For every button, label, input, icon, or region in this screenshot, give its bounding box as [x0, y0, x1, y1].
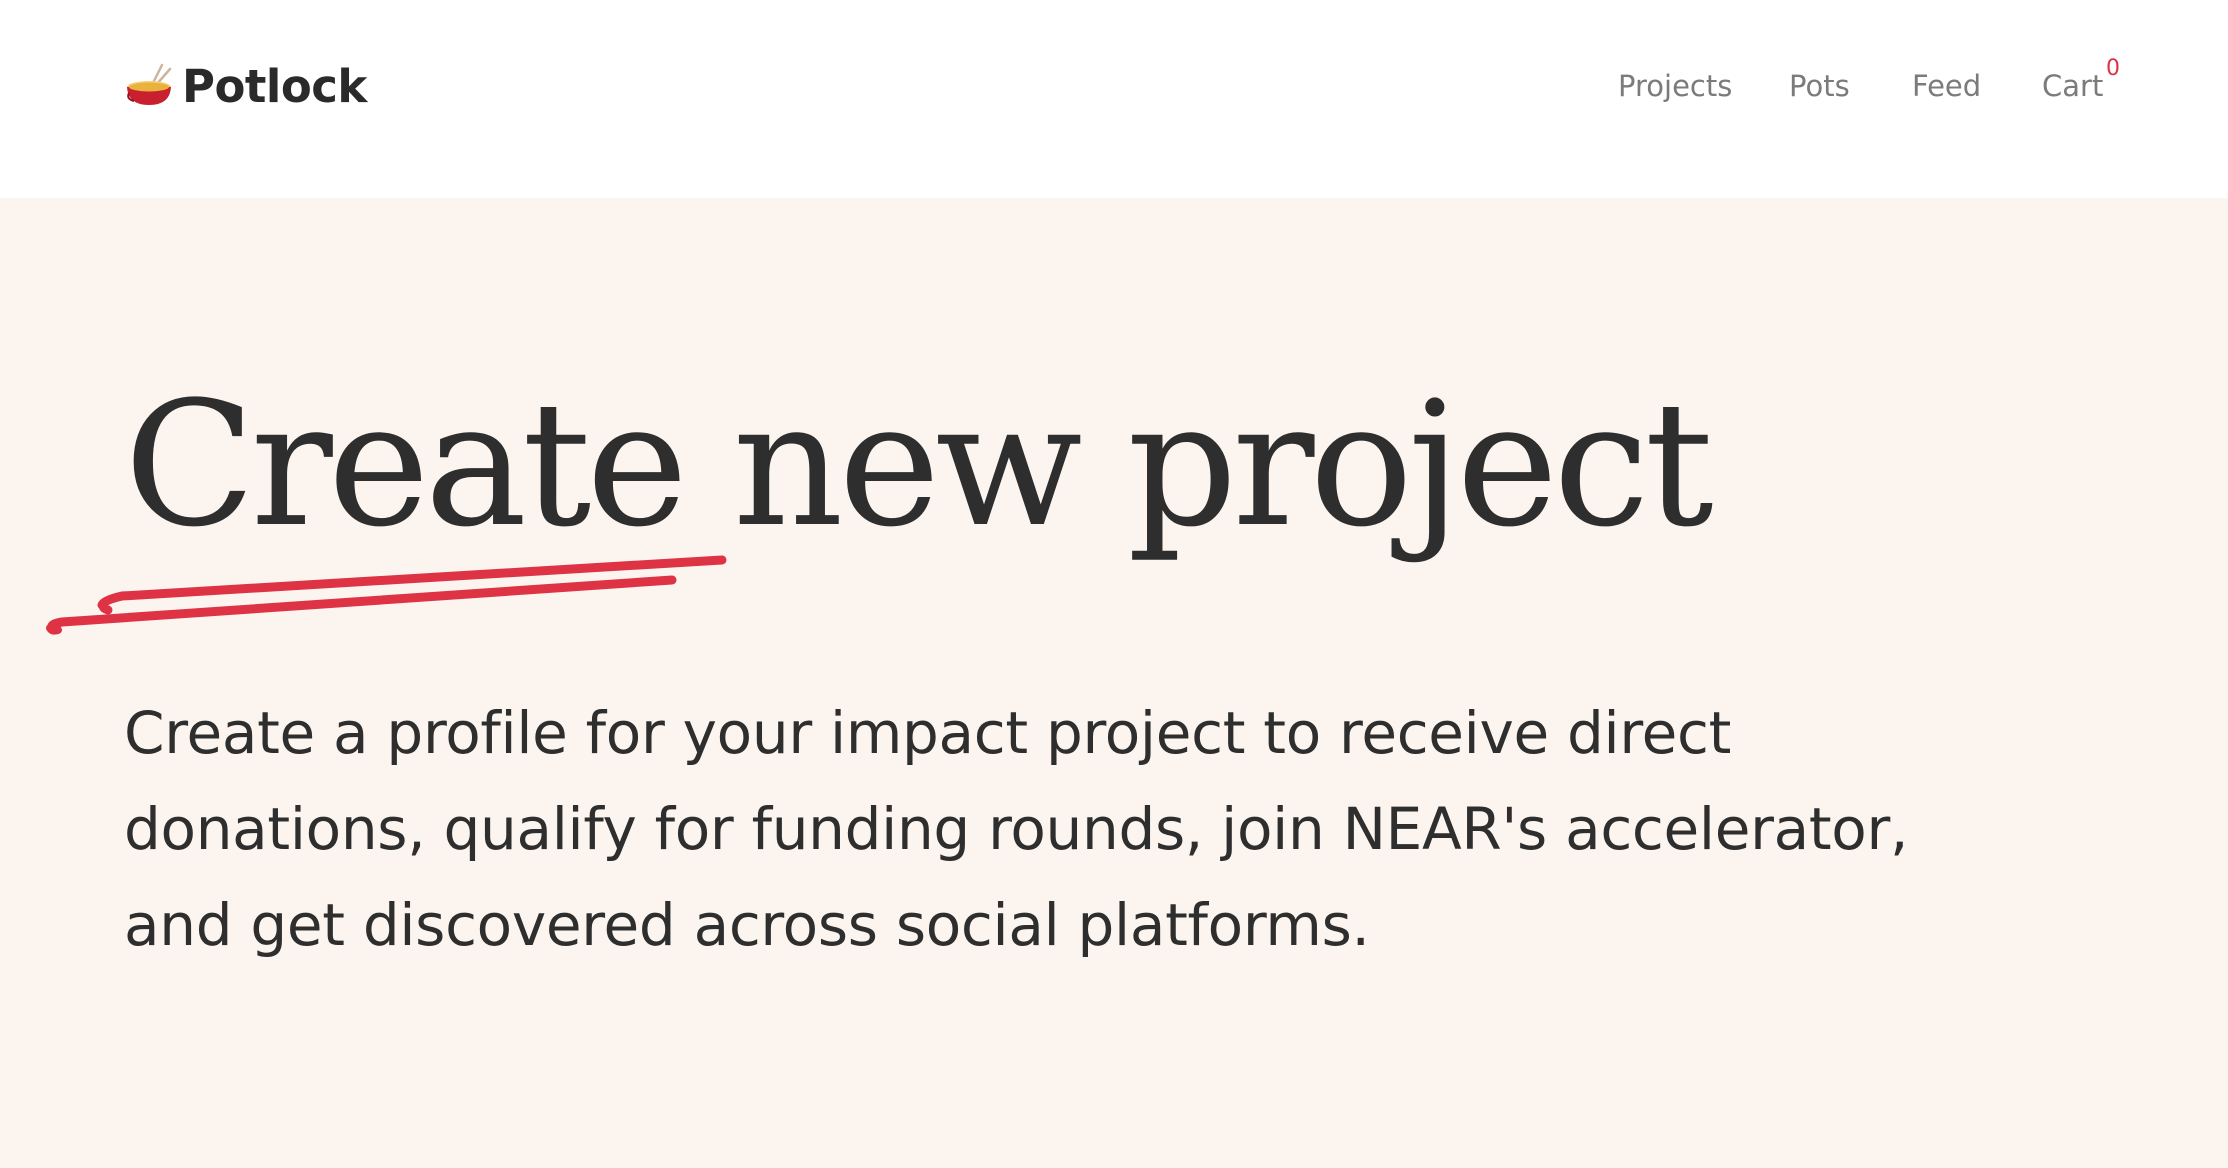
- main-nav: Projects Pots Feed Cart: [0, 66, 2228, 106]
- underline-scribble-icon: [46, 555, 727, 635]
- nav-projects[interactable]: Projects: [1618, 66, 1732, 106]
- nav-pots[interactable]: Pots: [1789, 66, 1850, 106]
- page-description: Create a profile for your impact project…: [124, 699, 1909, 959]
- page-title: Create new project: [124, 364, 1714, 565]
- cart-count-badge: 0: [2106, 56, 2120, 81]
- nav-cart[interactable]: Cart: [2042, 66, 2103, 106]
- nav-feed[interactable]: Feed: [1912, 66, 1981, 106]
- hero-section: [0, 198, 2228, 1168]
